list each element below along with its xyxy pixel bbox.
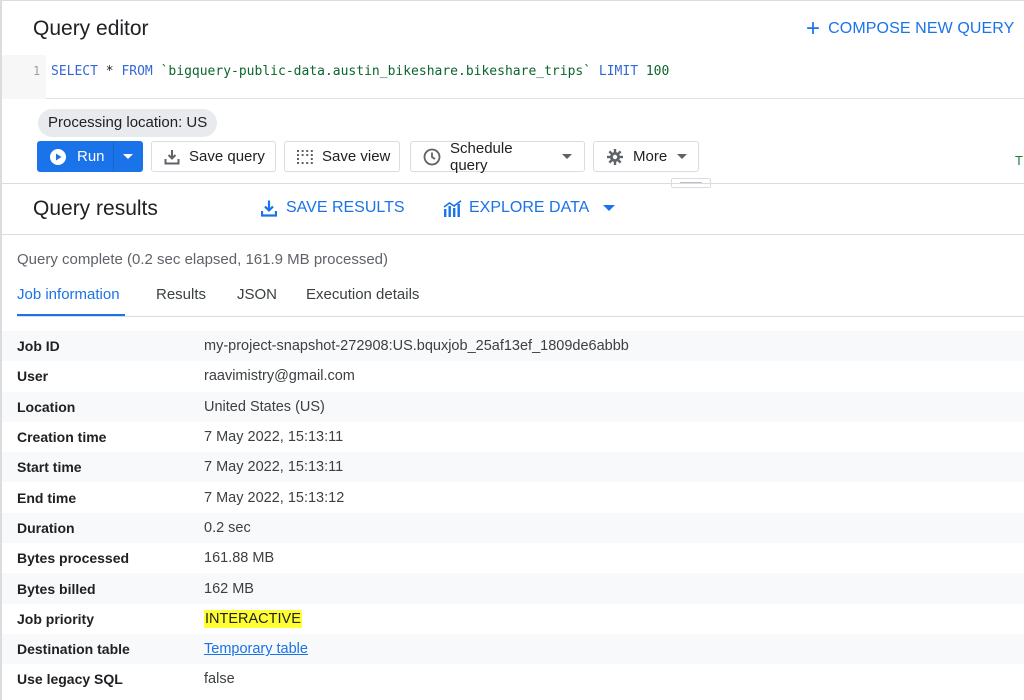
row-label: Destination table <box>17 641 130 658</box>
save-view-button[interactable]: Save view <box>284 141 400 172</box>
table-row: Job priority INTERACTIVE <box>2 604 1024 634</box>
query-editor-title: Query editor <box>33 17 149 40</box>
table-row: Destination table Temporary table <box>2 633 1024 665</box>
compose-new-query-button[interactable]: + COMPOSE NEW QUERY <box>806 15 1015 42</box>
row-value: 7 May 2022, 15:13:11 <box>204 459 344 476</box>
chart-icon <box>443 199 462 217</box>
job-information-table: Job ID my-project-snapshot-272908:US.bqu… <box>2 331 1024 695</box>
table-row: Duration 0.2 sec <box>2 512 1024 544</box>
sql-limit-value: 100 <box>638 64 670 79</box>
more-button[interactable]: More <box>593 141 699 172</box>
row-label: Job priority <box>17 610 95 627</box>
destination-table-link[interactable]: Temporary table <box>204 641 308 657</box>
row-value: 162 MB <box>204 580 254 597</box>
line-number: 1 <box>33 64 41 78</box>
query-results-title: Query results <box>33 197 158 220</box>
row-label: User <box>17 368 49 385</box>
chevron-down-icon <box>562 154 572 159</box>
schedule-query-label: Schedule query <box>450 139 513 174</box>
sql-from-keyword: FROM <box>121 64 153 79</box>
run-button[interactable]: Run <box>37 141 143 172</box>
row-label: Location <box>17 398 76 415</box>
grid-view-icon <box>297 149 313 164</box>
table-row: Location United States (US) <box>2 391 1024 422</box>
tabs-divider <box>17 316 1024 317</box>
save-query-button[interactable]: Save query <box>151 141 276 172</box>
table-row: Bytes processed 161.88 MB <box>2 543 1024 573</box>
save-view-label: Save view <box>322 148 391 165</box>
row-label: Job ID <box>17 338 60 355</box>
sql-table-name: `bigquery-public-data.austin_bikeshare.b… <box>152 64 599 79</box>
clock-icon <box>423 148 441 166</box>
explore-data-button[interactable]: EXPLORE DATA <box>443 199 616 217</box>
table-row: Bytes billed 162 MB <box>2 573 1024 604</box>
row-label: Duration <box>17 519 75 536</box>
row-value: 7 May 2022, 15:13:12 <box>204 489 345 506</box>
processing-location-chip[interactable]: Processing location: US <box>38 109 218 137</box>
tab-job-information[interactable]: Job information <box>17 286 125 316</box>
table-row: Job ID my-project-snapshot-272908:US.bqu… <box>2 331 1024 362</box>
save-results-button[interactable]: SAVE RESULTS <box>261 199 405 217</box>
sql-editor[interactable]: 1 SELECT * FROM `bigquery-public-data.au… <box>2 55 1024 99</box>
save-results-label: SAVE RESULTS <box>286 199 405 216</box>
gear-icon <box>606 148 624 166</box>
row-label: Bytes processed <box>17 550 130 567</box>
run-dropdown-button[interactable] <box>114 154 142 159</box>
run-label: Run <box>77 148 105 165</box>
tab-json[interactable]: JSON <box>237 286 277 316</box>
row-label: End time <box>17 489 77 506</box>
row-value: 7 May 2022, 15:13:11 <box>204 429 344 446</box>
row-value: 0.2 sec <box>204 519 251 536</box>
tab-results[interactable]: Results <box>156 286 206 316</box>
row-label: Start time <box>17 459 82 476</box>
sql-star: * <box>97 64 122 79</box>
compose-new-query-label: COMPOSE NEW QUERY <box>828 20 1015 37</box>
save-download-icon <box>261 200 277 217</box>
chevron-down-icon <box>603 205 616 211</box>
section-divider <box>0 234 1024 235</box>
results-tabs: Job information Results JSON Execution d… <box>17 286 426 316</box>
query-status-text: Query complete (0.2 sec elapsed, 161.9 M… <box>17 251 389 268</box>
table-row: Use legacy SQL false <box>2 664 1024 694</box>
plus-icon: + <box>806 15 821 42</box>
more-label: More <box>633 148 668 165</box>
chevron-down-icon <box>677 154 688 159</box>
explore-data-label: EXPLORE DATA <box>469 199 590 216</box>
row-label: Use legacy SQL <box>17 671 123 688</box>
row-value: raavimistry@gmail.com <box>204 368 355 385</box>
table-row: Start time 7 May 2022, 15:13:11 <box>2 452 1024 483</box>
row-value: false <box>204 671 235 688</box>
table-row: User raavimistry@gmail.com <box>2 361 1024 391</box>
schedule-query-button[interactable]: Schedule query <box>410 139 585 174</box>
sql-select-keyword: SELECT <box>51 64 98 79</box>
tab-execution-details[interactable]: Execution details <box>306 286 426 316</box>
play-icon <box>49 148 67 166</box>
chevron-down-icon <box>123 154 133 159</box>
row-value: my-project-snapshot-272908:US.bquxjob_25… <box>204 338 629 355</box>
top-border <box>0 0 1024 4</box>
download-icon <box>164 149 180 165</box>
section-divider <box>0 183 1024 184</box>
table-row: Creation time 7 May 2022, 15:13:11 <box>2 422 1024 452</box>
row-label: Bytes billed <box>17 580 96 597</box>
job-priority-value: INTERACTIVE <box>204 609 302 628</box>
save-query-label: Save query <box>189 148 265 165</box>
row-value: United States (US) <box>204 398 325 415</box>
run-main-button[interactable]: Run <box>38 142 114 171</box>
row-label: Creation time <box>17 429 107 446</box>
sql-query-text[interactable]: SELECT * FROM `bigquery-public-data.aust… <box>51 64 669 79</box>
table-row: End time 7 May 2022, 15:13:12 <box>2 482 1024 512</box>
row-value: 161.88 MB <box>204 550 275 567</box>
sql-limit-keyword: LIMIT <box>598 64 639 79</box>
partial-edge-text: T <box>1015 153 1023 168</box>
